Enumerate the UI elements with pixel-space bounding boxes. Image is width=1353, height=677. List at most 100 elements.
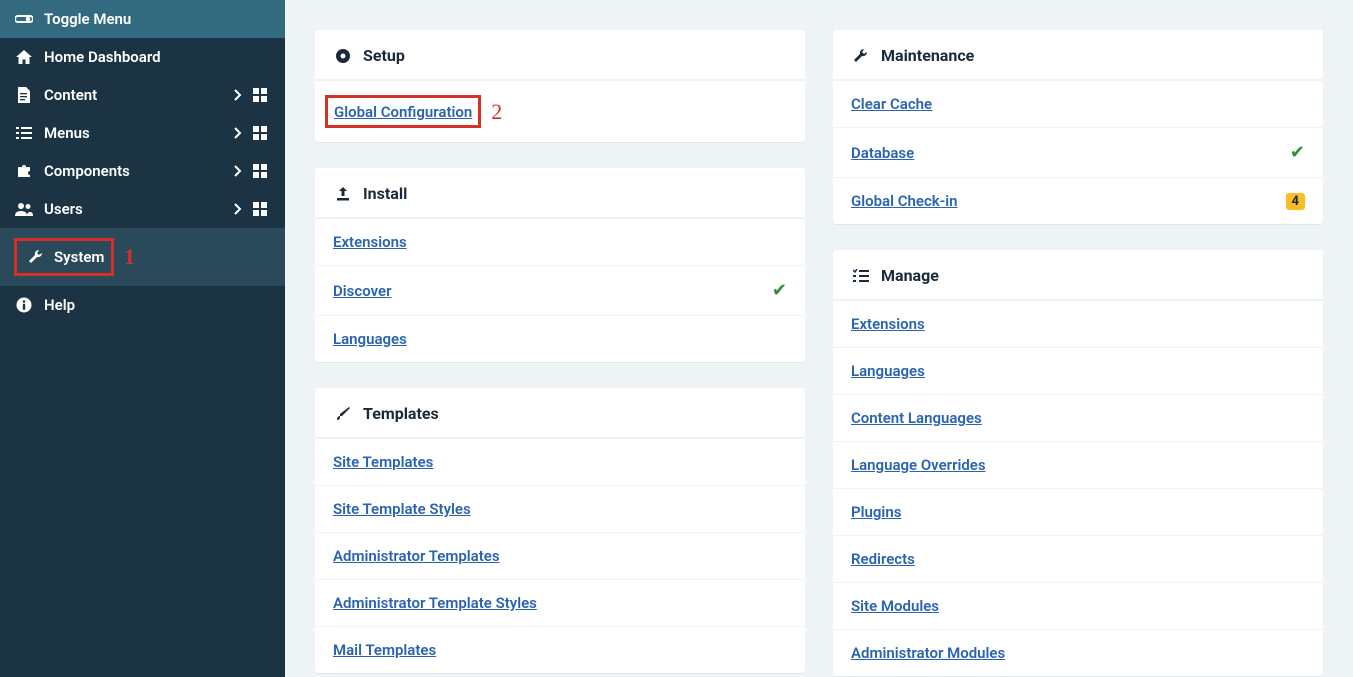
modules-icon[interactable] (249, 164, 271, 178)
sidebar-item-label: Help (44, 296, 271, 314)
sidebar-item-content[interactable]: Content (0, 76, 285, 114)
link-extensions[interactable]: Extensions (333, 233, 407, 251)
link-redirects[interactable]: Redirects (851, 550, 915, 568)
card-header: Maintenance (833, 30, 1323, 80)
link-site-templates[interactable]: Site Templates (333, 453, 433, 471)
sidebar-item-label: Menus (44, 124, 227, 142)
link-admin-template-styles[interactable]: Administrator Template Styles (333, 594, 537, 612)
column-left: Setup Global Configuration 2 Install (315, 30, 805, 647)
chevron-right-icon[interactable] (227, 165, 249, 177)
link-languages[interactable]: Languages (333, 330, 407, 348)
sidebar: Toggle Menu Home Dashboard Content (0, 0, 285, 677)
info-icon (14, 297, 34, 313)
link-row: Languages (833, 347, 1323, 394)
link-manage-extensions[interactable]: Extensions (851, 315, 925, 333)
sidebar-item-home[interactable]: Home Dashboard (0, 38, 285, 76)
card-title: Manage (881, 266, 939, 285)
annotation-1: 1 (124, 244, 135, 270)
upload-icon (333, 186, 353, 202)
brush-icon (333, 406, 353, 422)
link-global-checkin[interactable]: Global Check-in (851, 192, 958, 210)
users-icon (14, 202, 34, 216)
check-icon: ✔ (1290, 142, 1305, 163)
main-content: Setup Global Configuration 2 Install (285, 0, 1353, 677)
wrench-icon (851, 48, 871, 64)
card-header: Install (315, 168, 805, 218)
link-admin-modules[interactable]: Administrator Modules (851, 644, 1005, 662)
list-check-icon (851, 269, 871, 283)
card-title: Setup (363, 46, 405, 65)
card-templates: Templates Site Templates Site Template S… (315, 388, 805, 673)
sidebar-item-label: Content (44, 86, 227, 104)
toggle-icon (14, 13, 34, 25)
sidebar-item-label: Home Dashboard (44, 48, 271, 66)
link-row: Extensions (315, 218, 805, 265)
modules-icon[interactable] (249, 126, 271, 140)
chevron-right-icon[interactable] (227, 203, 249, 215)
link-row: Extensions (833, 300, 1323, 347)
link-row: Administrator Templates (315, 532, 805, 579)
modules-icon[interactable] (249, 88, 271, 102)
chevron-right-icon[interactable] (227, 127, 249, 139)
card-header: Manage (833, 250, 1323, 300)
sidebar-item-help[interactable]: Help (0, 286, 285, 324)
wrench-icon (28, 249, 44, 265)
chevron-right-icon[interactable] (227, 89, 249, 101)
card-manage: Manage Extensions Languages Content Lang… (833, 250, 1323, 676)
link-row: Site Template Styles (315, 485, 805, 532)
link-database[interactable]: Database (851, 144, 914, 162)
card-title: Templates (363, 404, 439, 423)
link-row: Database ✔ (833, 127, 1323, 177)
link-discover[interactable]: Discover (333, 282, 391, 300)
link-language-overrides[interactable]: Language Overrides (851, 456, 986, 474)
file-icon (14, 87, 34, 103)
link-plugins[interactable]: Plugins (851, 503, 901, 521)
toggle-menu-button[interactable]: Toggle Menu (0, 0, 285, 38)
link-mail-templates[interactable]: Mail Templates (333, 641, 436, 659)
link-row: Discover ✔ (315, 265, 805, 315)
link-global-configuration[interactable]: Global Configuration (334, 103, 472, 121)
modules-icon[interactable] (249, 202, 271, 216)
home-icon (14, 50, 34, 64)
link-manage-languages[interactable]: Languages (851, 362, 925, 380)
link-row: Mail Templates (315, 626, 805, 673)
link-site-modules[interactable]: Site Modules (851, 597, 939, 615)
card-title: Maintenance (881, 46, 974, 65)
gear-icon (333, 48, 353, 64)
annotation-2: 2 (491, 99, 502, 125)
link-row: Redirects (833, 535, 1323, 582)
link-global-configuration-row: Global Configuration 2 (315, 80, 805, 142)
link-content-languages[interactable]: Content Languages (851, 409, 982, 427)
card-header: Setup (315, 30, 805, 80)
link-row: Languages (315, 315, 805, 362)
column-right: Maintenance Clear Cache Database ✔ Globa… (833, 30, 1323, 647)
sidebar-item-system-row: System 1 (0, 228, 285, 286)
link-row: Global Check-in 4 (833, 177, 1323, 224)
card-setup: Setup Global Configuration 2 (315, 30, 805, 142)
sidebar-item-system[interactable]: System (14, 238, 114, 276)
card-header: Templates (315, 388, 805, 438)
badge-count: 4 (1286, 193, 1305, 210)
link-row: Plugins (833, 488, 1323, 535)
sidebar-item-label: Components (44, 162, 227, 180)
card-maintenance: Maintenance Clear Cache Database ✔ Globa… (833, 30, 1323, 224)
link-site-template-styles[interactable]: Site Template Styles (333, 500, 471, 518)
link-clear-cache[interactable]: Clear Cache (851, 95, 932, 113)
sidebar-item-users[interactable]: Users (0, 190, 285, 228)
card-title: Install (363, 184, 407, 203)
sidebar-item-menus[interactable]: Menus (0, 114, 285, 152)
link-row: Administrator Modules (833, 629, 1323, 676)
link-admin-templates[interactable]: Administrator Templates (333, 547, 500, 565)
toggle-menu-label: Toggle Menu (44, 10, 131, 28)
sidebar-item-components[interactable]: Components (0, 152, 285, 190)
sidebar-item-label: System (54, 248, 104, 266)
sidebar-item-label: Users (44, 200, 227, 218)
link-row: Site Templates (315, 438, 805, 485)
check-icon: ✔ (772, 280, 787, 301)
list-icon (14, 126, 34, 140)
link-row: Clear Cache (833, 80, 1323, 127)
link-row: Content Languages (833, 394, 1323, 441)
link-row: Administrator Template Styles (315, 579, 805, 626)
link-row: Language Overrides (833, 441, 1323, 488)
link-row: Site Modules (833, 582, 1323, 629)
